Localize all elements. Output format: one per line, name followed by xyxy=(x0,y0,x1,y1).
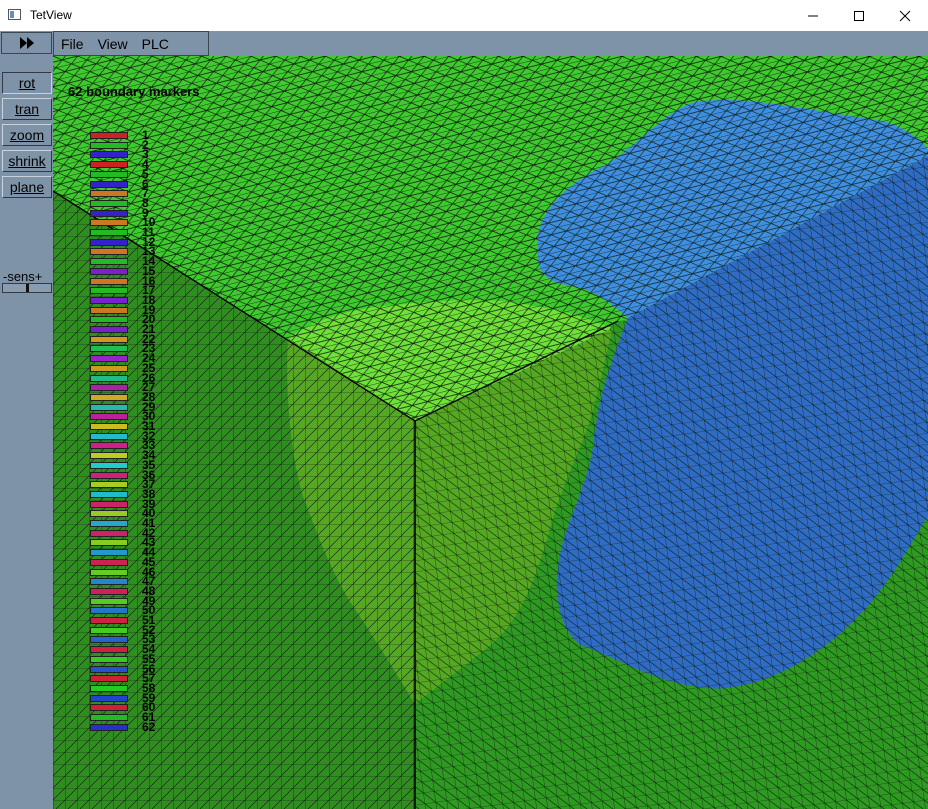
legend-swatch xyxy=(90,665,128,673)
menu-bar: File View PLC xyxy=(53,31,209,56)
legend-swatch xyxy=(90,423,128,430)
window-title: TetView xyxy=(30,8,72,22)
fast-forward-icon xyxy=(19,37,34,49)
plane-button[interactable]: plane xyxy=(2,176,52,198)
legend-swatch xyxy=(90,403,128,411)
tran-button[interactable]: tran xyxy=(2,98,52,120)
legend-swatch xyxy=(90,578,128,586)
legend-swatch xyxy=(90,287,128,295)
app-icon xyxy=(8,9,21,20)
legend-swatch xyxy=(90,655,128,663)
legend-swatch xyxy=(90,364,128,372)
legend-swatch xyxy=(90,141,128,149)
legend-swatch xyxy=(90,471,128,479)
legend-label: 62 xyxy=(142,719,156,734)
legend-swatch xyxy=(90,529,128,537)
legend-swatch xyxy=(90,258,128,266)
close-button[interactable] xyxy=(882,0,928,31)
legend-swatch xyxy=(90,442,128,450)
legend-swatch xyxy=(90,568,128,576)
legend-swatch xyxy=(90,384,128,392)
menu-plc[interactable]: PLC xyxy=(135,36,176,52)
legend-swatch xyxy=(90,452,128,460)
legend-swatch xyxy=(90,199,128,207)
legend-swatch xyxy=(90,597,128,605)
legend-swatch xyxy=(90,180,128,188)
slider-thumb[interactable] xyxy=(26,284,29,292)
legend-swatch xyxy=(90,345,128,353)
legend-swatch xyxy=(90,219,128,227)
mesh-viewport[interactable] xyxy=(53,56,928,809)
legend-swatch xyxy=(90,549,128,557)
legend-swatch xyxy=(90,151,128,159)
legend-swatch xyxy=(90,170,128,178)
zoom-button[interactable]: zoom xyxy=(2,124,52,146)
legend-swatch xyxy=(90,646,128,654)
toolbar: File View PLC xyxy=(0,31,928,56)
legend-swatch xyxy=(90,694,128,702)
legend-swatch xyxy=(90,190,128,198)
mesh-render xyxy=(53,56,928,809)
legend-swatch xyxy=(90,432,128,440)
legend-swatch xyxy=(90,481,128,489)
legend-swatch xyxy=(90,132,128,139)
legend-swatch xyxy=(90,520,128,527)
legend-swatch xyxy=(90,326,128,333)
legend-swatch xyxy=(90,229,128,236)
legend-swatch xyxy=(90,626,128,634)
legend-swatch xyxy=(90,316,128,324)
legend-swatch xyxy=(90,500,128,508)
legend-swatch xyxy=(90,558,128,566)
legend-swatch xyxy=(90,393,128,401)
menu-view[interactable]: View xyxy=(91,36,135,52)
rot-button[interactable]: rot xyxy=(2,72,52,94)
legend-swatch xyxy=(90,335,128,343)
legend-swatch xyxy=(90,539,128,547)
sensitivity-slider[interactable] xyxy=(2,283,52,293)
legend-swatch xyxy=(90,374,128,382)
legend-swatch xyxy=(90,684,128,692)
legend-swatch xyxy=(90,636,128,644)
play-button[interactable] xyxy=(1,32,52,54)
sens-label: -sens+ xyxy=(3,269,43,284)
title-bar: TetView xyxy=(0,0,928,32)
legend-swatch xyxy=(90,723,128,731)
legend-swatch xyxy=(90,306,128,314)
legend-title: 62 boundary markers xyxy=(68,84,200,99)
legend-swatch xyxy=(90,296,128,304)
legend-swatch xyxy=(90,510,128,518)
legend-swatch xyxy=(90,461,128,469)
legend-swatch xyxy=(90,617,128,624)
sidebar: rot tran zoom shrink plane -sens+ xyxy=(0,56,53,809)
legend-swatch xyxy=(90,675,128,683)
legend-swatch xyxy=(90,248,128,256)
minimize-icon xyxy=(808,15,818,16)
maximize-icon xyxy=(854,10,864,21)
legend-swatch xyxy=(90,704,128,712)
legend-swatch xyxy=(90,587,128,595)
legend-swatch xyxy=(90,607,128,615)
legend-swatch xyxy=(90,277,128,285)
menu-file[interactable]: File xyxy=(54,36,91,52)
legend-swatch xyxy=(90,267,128,275)
legend-swatch xyxy=(90,209,128,217)
legend-swatch xyxy=(90,714,128,721)
legend-swatch xyxy=(90,413,128,421)
shrink-button[interactable]: shrink xyxy=(2,150,52,172)
legend-swatch xyxy=(90,161,128,169)
minimize-button[interactable] xyxy=(790,0,836,31)
legend-swatch xyxy=(90,490,128,498)
close-icon xyxy=(899,10,911,21)
legend-swatch xyxy=(90,355,128,363)
maximize-button[interactable] xyxy=(836,0,882,31)
legend-swatch xyxy=(90,238,128,246)
